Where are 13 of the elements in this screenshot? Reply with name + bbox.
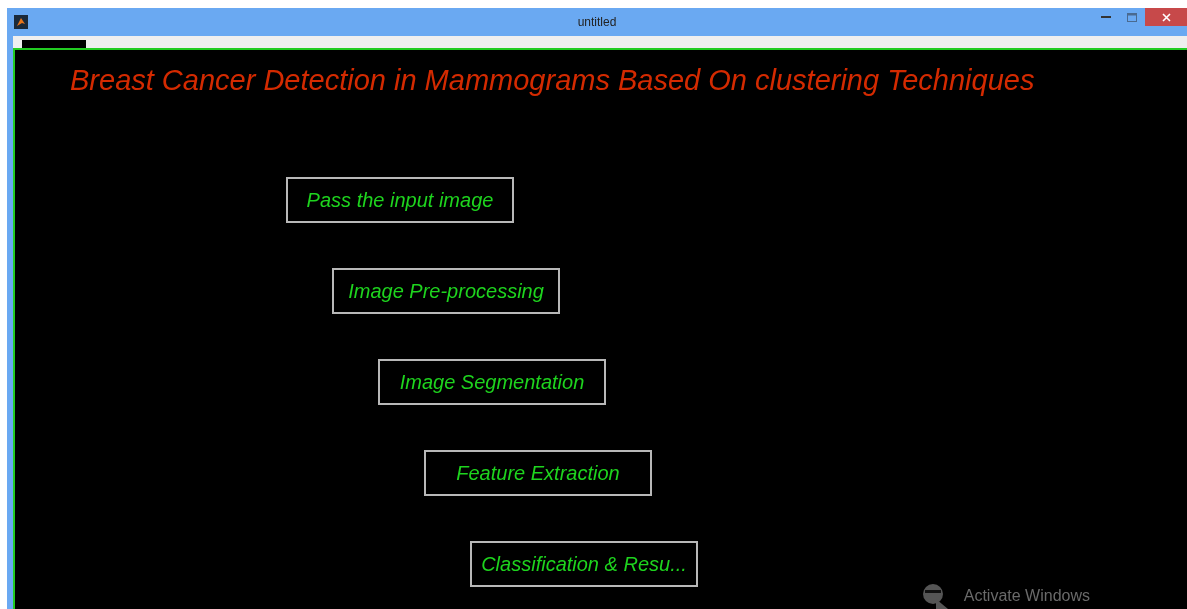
action-button[interactable]: Pass the input image (286, 177, 514, 223)
maximize-icon[interactable] (1127, 12, 1137, 22)
activation-notice: Activate Windows (963, 587, 1090, 605)
heading: Breast Cancer Detection in Mammograms Based On clustering Techniques (70, 64, 1036, 97)
action-button[interactable]: Feature Extraction (424, 450, 652, 496)
action-button[interactable]: Classification & Resu... (470, 541, 698, 587)
close-button[interactable] (1145, 8, 1187, 26)
action-button[interactable]: Image Segmentation (378, 359, 606, 405)
action-button[interactable]: Image Pre-processing (332, 268, 560, 314)
window-title: untitled (577, 15, 617, 29)
minimize-icon[interactable] (1101, 15, 1111, 19)
app-icon (14, 15, 28, 29)
close-icon (1161, 12, 1171, 22)
